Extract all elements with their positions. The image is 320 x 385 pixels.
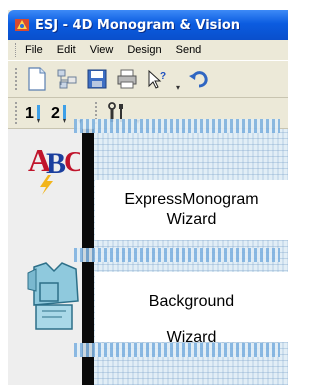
stitch-pattern-row bbox=[74, 343, 280, 357]
toolbar-overflow-icon[interactable]: ▾ bbox=[174, 66, 182, 92]
app-logo-icon bbox=[14, 17, 30, 33]
toolbar-grip[interactable] bbox=[14, 67, 18, 91]
background-wizard-tooltip: Background Wizard bbox=[95, 272, 288, 342]
background-wizard-tooltip-text: Background Wizard bbox=[148, 293, 235, 342]
menu-grip[interactable] bbox=[15, 43, 19, 57]
wizard-side-panel: A B C bbox=[8, 129, 84, 385]
monogram-abc-icon[interactable]: A B C bbox=[26, 133, 84, 195]
step-1-label: 1 bbox=[25, 105, 34, 122]
save-icon[interactable] bbox=[84, 66, 110, 92]
menu-design[interactable]: Design bbox=[127, 44, 161, 56]
step-2-icon[interactable]: 2 bbox=[50, 100, 72, 126]
title-bar[interactable]: ESJ - 4D Monogram & Vision bbox=[8, 10, 288, 40]
toolbar2-grip[interactable] bbox=[14, 100, 18, 125]
menu-file[interactable]: File bbox=[25, 44, 43, 56]
step-2-label: 2 bbox=[51, 105, 60, 122]
svg-text:C: C bbox=[64, 147, 80, 178]
stitch-pattern-row bbox=[74, 248, 280, 262]
stitch-pattern-row bbox=[74, 119, 280, 133]
menu-view[interactable]: View bbox=[90, 44, 114, 56]
undo-icon[interactable] bbox=[186, 66, 212, 92]
step-1-icon[interactable]: 1 bbox=[24, 100, 46, 126]
express-monogram-tooltip-text: ExpressMonogram Wizard bbox=[124, 191, 259, 228]
menu-bar: File Edit View Design Send bbox=[8, 40, 288, 60]
menu-send[interactable]: Send bbox=[176, 44, 202, 56]
svg-text:?: ? bbox=[160, 71, 166, 82]
new-file-icon[interactable] bbox=[24, 66, 50, 92]
print-icon[interactable] bbox=[114, 66, 140, 92]
shirt-design-icon[interactable] bbox=[26, 261, 80, 331]
express-monogram-tooltip: ExpressMonogram Wizard bbox=[95, 180, 288, 240]
window-title: ESJ - 4D Monogram & Vision bbox=[35, 17, 241, 33]
menu-edit[interactable]: Edit bbox=[57, 44, 76, 56]
document-tree-icon[interactable] bbox=[54, 66, 80, 92]
standard-toolbar: ? ▾ bbox=[8, 60, 288, 98]
help-pointer-icon[interactable]: ? bbox=[144, 66, 170, 92]
